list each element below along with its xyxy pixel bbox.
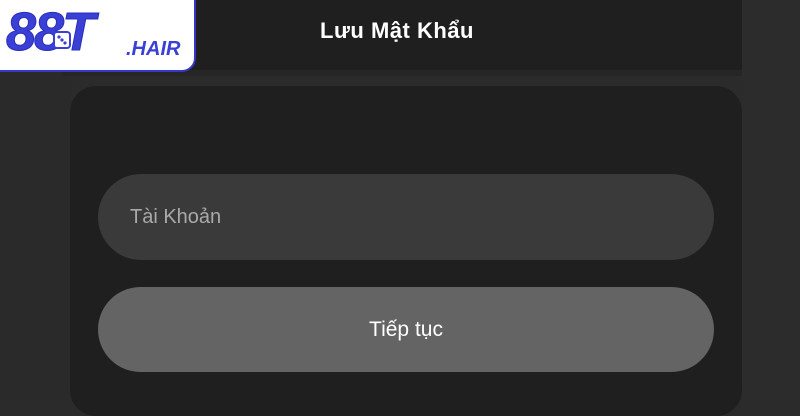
account-field-container [98, 174, 714, 260]
right-backdrop [742, 0, 800, 400]
site-logo: 88T .HAIR [0, 0, 196, 72]
logo-main-text: 88T [5, 2, 95, 63]
account-input[interactable] [98, 174, 714, 260]
logo-domain-text: .HAIR [126, 38, 181, 60]
page-title: Lưu Mật Khẩu [320, 18, 474, 43]
dice-icon [53, 31, 71, 49]
continue-button[interactable]: Tiếp tục [98, 287, 714, 372]
